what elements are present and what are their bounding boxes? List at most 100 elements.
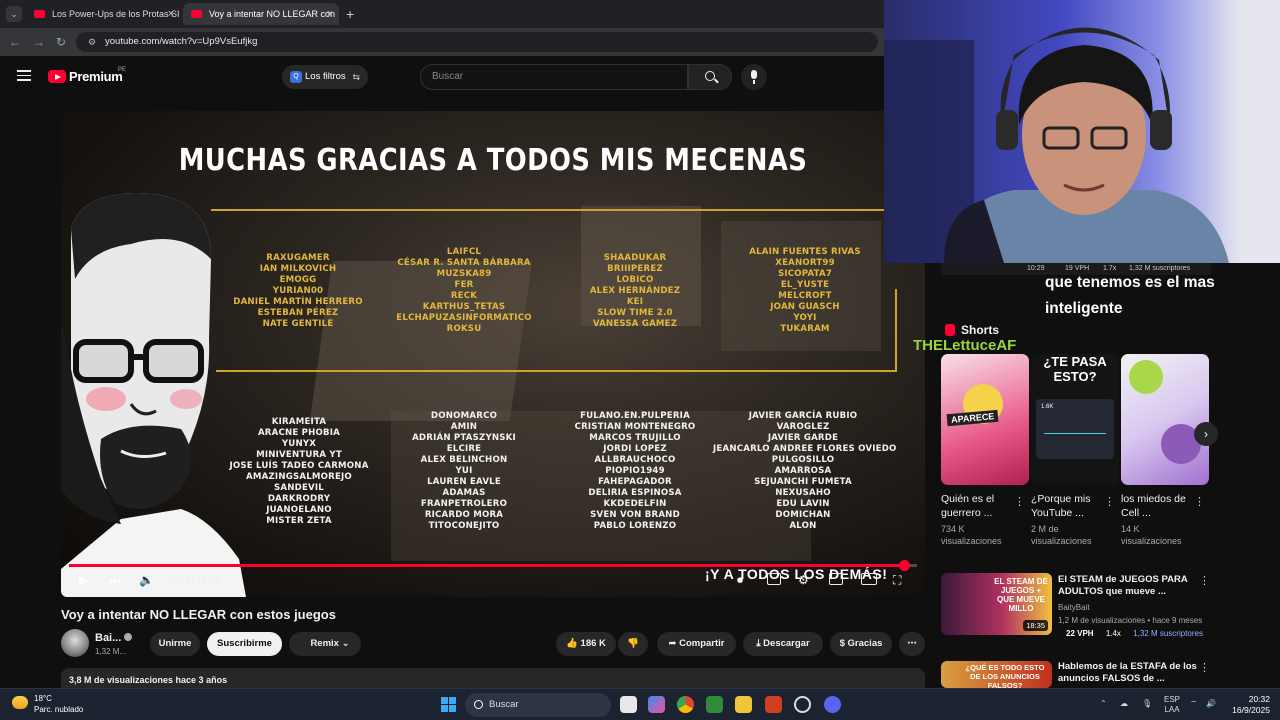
network-icon[interactable]: ⌔ (1190, 699, 1198, 709)
video-title[interactable]: El STEAM de JUEGOS PARA ADULTOS que muev… (1058, 574, 1198, 598)
scrubber-handle[interactable] (899, 560, 911, 571)
copilot-icon[interactable] (648, 696, 665, 713)
cloud-icon[interactable]: ☁ (1120, 699, 1128, 709)
video-thumbnail[interactable]: EL STEAM DE JUEGOS + QUE MUEVE MILLO 18:… (941, 573, 1052, 635)
join-button[interactable]: Unirme (150, 632, 200, 656)
microphone-icon[interactable]: 🎙 (1142, 699, 1152, 709)
start-button[interactable] (441, 697, 456, 712)
more-options-icon[interactable]: ⋮ (1014, 495, 1025, 508)
more-options-icon[interactable]: ⋮ (1104, 495, 1115, 508)
thumbnail-text: EL STEAM DE JUEGOS + QUE MUEVE MILLO (994, 577, 1048, 613)
search-button[interactable] (688, 64, 732, 90)
app-icon[interactable] (765, 696, 782, 713)
back-icon[interactable]: ← (9, 34, 21, 50)
minecraft-icon[interactable] (706, 696, 723, 713)
short-title[interactable]: Quién es el guerrero ... (941, 492, 1019, 520)
like-button[interactable]: 👍 186 K (556, 632, 616, 656)
download-button[interactable]: ⤓ Descargar (743, 632, 823, 656)
shorts-next-button[interactable]: › (1194, 422, 1218, 446)
video-title[interactable]: Hablemos de la ESTAFA de los anuncios FA… (1058, 661, 1198, 685)
patron-name: KEI (626, 297, 644, 307)
thanks-button[interactable]: $ Gracias (830, 632, 892, 656)
channel-name[interactable]: BaityBait (1058, 602, 1090, 613)
taskbar-search[interactable]: Buscar (465, 693, 611, 717)
filters-button[interactable]: Q Los filtros ⇆ (282, 65, 368, 89)
short-views: 734 K visualizaciones (941, 524, 1002, 546)
next-icon[interactable]: ⏭ (109, 573, 120, 587)
patron-column: RAXUGAMER IAN MILKOVICH EMOGG YURIAN00 DANIE… (233, 253, 363, 330)
patron-name: FRANPETROLERO (420, 499, 508, 509)
patron-name: MINIVENTURA YT (256, 450, 342, 460)
progress-fill (69, 564, 905, 567)
weather-icon[interactable] (12, 696, 28, 709)
menu-icon[interactable] (17, 70, 31, 81)
vph-badges: 22 VPH 1.4x 1,32 M suscriptores (1058, 628, 1203, 639)
caption-line: inteligente (1045, 300, 1123, 317)
patron-name: ALEX BELINCHON (420, 455, 508, 465)
fullscreen-icon[interactable]: ⛶ (893, 573, 901, 587)
share-button[interactable]: ➦ Compartir (657, 632, 736, 656)
subs-badge: 1,32 M suscriptores (1133, 629, 1203, 638)
reload-icon[interactable]: ↻ (56, 34, 66, 50)
volume-icon[interactable]: 🔈 (139, 573, 154, 587)
subscribe-button[interactable]: Suscribirme (207, 632, 282, 656)
tab-active-video[interactable]: Voy a intentar NO LLEGAR con × (183, 3, 339, 25)
tab-search-button[interactable]: ⌄ (6, 6, 22, 22)
shorts-icon (945, 324, 955, 336)
settings-icon[interactable]: ⚙ (798, 573, 809, 587)
close-tab-icon[interactable]: × (327, 3, 333, 25)
analytics-card: 1.6K (1036, 399, 1114, 459)
tab-power-ups[interactable]: Los Power-Ups de los Protas SI × (26, 3, 180, 25)
task-view-icon[interactable] (620, 696, 637, 713)
short-thumbnail[interactable]: ¿TE PASA ESTO? 1.6K (1031, 354, 1119, 485)
like-count: 186 K (580, 638, 606, 649)
tray-overflow-icon[interactable]: ⌃ (1100, 699, 1107, 709)
file-explorer-icon[interactable] (735, 696, 752, 713)
language-indicator[interactable]: ESP LAA (1164, 695, 1180, 715)
short-title[interactable]: los miedos de Cell ... (1121, 492, 1199, 520)
short-thumbnail[interactable]: APARECE (941, 354, 1029, 485)
site-info-icon[interactable]: ⚙ (86, 36, 98, 48)
obs-icon[interactable] (794, 696, 811, 713)
volume-icon[interactable]: 🔊 (1206, 699, 1216, 709)
voice-search-button[interactable] (741, 64, 767, 90)
weather-widget[interactable]: 18°C Parc. nublado (34, 693, 83, 715)
new-tab-icon[interactable]: + (346, 3, 354, 25)
forward-icon[interactable]: → (33, 34, 45, 50)
patron-column: FULANO.EN.PULPERIA CRISTIAN MONTENEGRO MAR… (569, 411, 701, 532)
more-options-icon[interactable]: ⋮ (1199, 661, 1210, 674)
autoplay-toggle-icon[interactable]: ⏺ (737, 573, 743, 587)
more-actions-button[interactable]: ⋯ (899, 632, 925, 656)
more-options-icon[interactable]: ⋮ (1199, 574, 1210, 587)
channel-avatar[interactable] (61, 629, 89, 657)
analytics-line (1044, 433, 1106, 434)
short-title[interactable]: ¿Porque mis YouTube ... (1031, 492, 1109, 520)
remix-button[interactable]: Remix ⌄ (289, 632, 361, 656)
video-thumbnail[interactable]: ¿QUÉ ES TODO ESTO DE LOS ANUNCIOS FALSOS… (941, 661, 1052, 688)
play-icon[interactable]: ▶ (79, 573, 88, 587)
patron-name: MARCOS TRUJILLO (589, 433, 681, 443)
youtube-brand[interactable]: Premium (69, 69, 123, 84)
address-bar[interactable]: ⚙ youtube.com/watch?v=Up9VsEufjkg (76, 32, 878, 52)
chat-username: THELettuceAF (913, 337, 1017, 354)
short-thumbnail[interactable] (1121, 354, 1209, 485)
stream-caption: que tenemos es el mas inteligente (1045, 270, 1215, 322)
channel-name[interactable]: Bai... (95, 632, 121, 644)
discord-icon[interactable] (824, 696, 841, 713)
close-tab-icon[interactable]: × (168, 3, 174, 25)
subtitles-icon[interactable] (767, 573, 781, 585)
patron-name: DONOMARCO (430, 411, 498, 421)
video-player[interactable]: MUCHAS GRACIAS A TODOS MIS MECENAS RAXUG… (61, 111, 925, 597)
dislike-button[interactable]: 👎 (618, 632, 648, 656)
patron-name: ADRIÁN PTASZYNSKI (412, 433, 516, 443)
progress-bar[interactable] (69, 560, 917, 571)
chrome-icon[interactable] (677, 696, 694, 713)
theater-mode-icon[interactable] (861, 573, 877, 585)
clock[interactable]: 20:32 16/9/2025 (1220, 694, 1270, 716)
weather-condition: Parc. nublado (34, 705, 84, 714)
short-overlay-text: APARECE (946, 409, 999, 427)
youtube-logo-icon[interactable] (48, 70, 66, 83)
search-input[interactable]: Buscar (420, 64, 688, 90)
miniplayer-icon[interactable] (829, 573, 843, 585)
more-options-icon[interactable]: ⋮ (1194, 495, 1205, 508)
